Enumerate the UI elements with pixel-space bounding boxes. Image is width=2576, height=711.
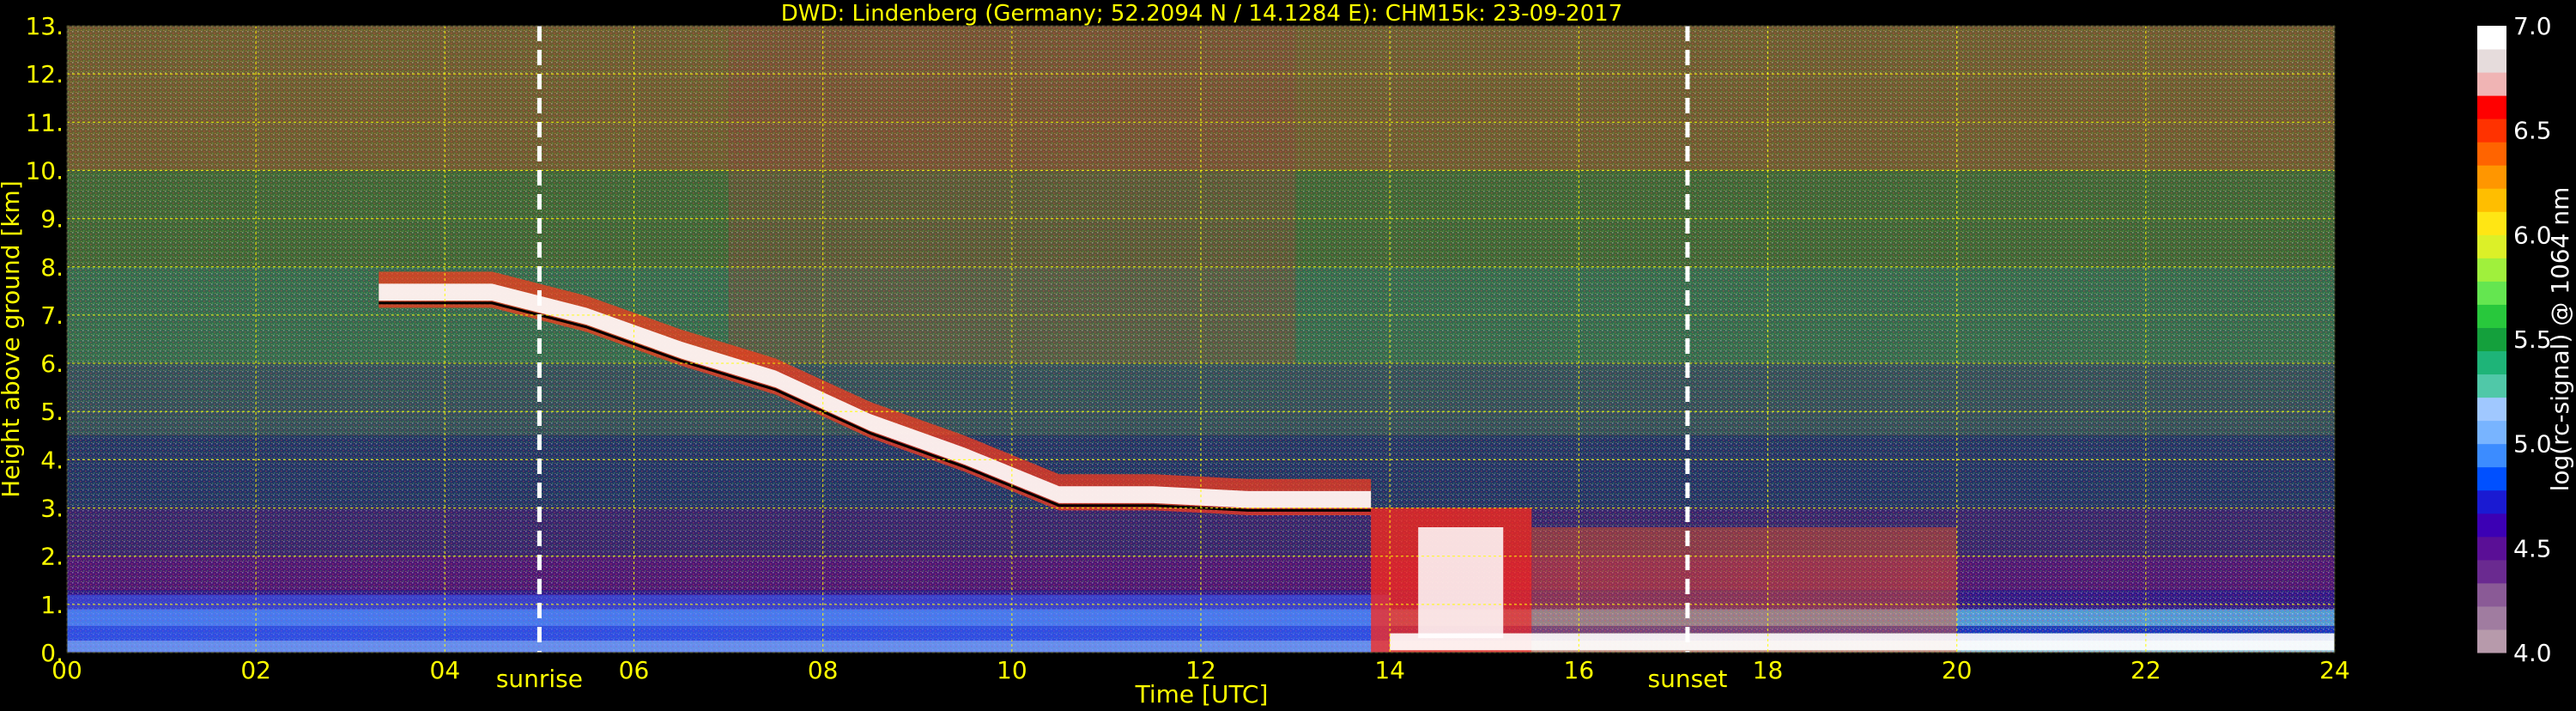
colorbar-segment (2477, 281, 2506, 305)
colorbar-label: log(rc-signal) @ 1064 nm (2546, 187, 2574, 492)
x-tick-label: 16 (1564, 656, 1595, 684)
y-tick-label: 7. (40, 301, 64, 330)
y-axis-label: Height above ground [km] (0, 180, 25, 498)
x-tick-label: 10 (997, 656, 1027, 684)
x-tick-label: 08 (808, 656, 839, 684)
colorbar-segment (2477, 559, 2506, 584)
colorbar-segment (2477, 489, 2506, 514)
colorbar-segment (2477, 211, 2506, 235)
colorbar-segment (2477, 304, 2506, 328)
y-tick-label: 1. (40, 591, 64, 619)
y-tick-label: 4. (40, 446, 64, 474)
colorbar-segment (2477, 536, 2506, 561)
colorbar-segment (2477, 420, 2506, 445)
colorbar-segment (2477, 605, 2506, 630)
x-tick-label: 20 (1942, 656, 1973, 684)
x-tick-label: 18 (1753, 656, 1784, 684)
colorbar-segment (2477, 513, 2506, 538)
y-tick-label: 2. (40, 543, 64, 571)
colorbar-segment (2477, 397, 2506, 422)
colorbar-segment (2477, 142, 2506, 166)
x-axis-label: Time [UTC] (1135, 680, 1269, 708)
chart-title: DWD: Lindenberg (Germany; 52.2094 N / 14… (781, 1, 1622, 27)
colorbar-segment (2477, 95, 2506, 119)
colorbar-segment (2477, 350, 2506, 375)
x-tick-label: 04 (430, 656, 461, 684)
x-tick-label: 14 (1374, 656, 1405, 684)
y-tick-label: 9. (40, 205, 64, 234)
colorbar-segment (2477, 26, 2506, 50)
y-tick-label: 13. (25, 12, 64, 40)
colorbar-segment (2477, 188, 2506, 212)
y-tick-label: 6. (40, 349, 64, 378)
sunrise-label: sunrise (496, 665, 583, 693)
colorbar-tick-label: 6.5 (2513, 117, 2552, 145)
y-tick-label: 3. (40, 495, 64, 523)
boundary-layer-aerosol (67, 594, 1391, 653)
colorbar-segment (2477, 466, 2506, 491)
y-tick-label: 8. (40, 253, 64, 282)
colorbar-segment (2477, 629, 2506, 653)
colorbar-segment (2477, 582, 2506, 607)
colorbar-segment (2477, 374, 2506, 398)
colorbar-tick-label: 4.0 (2513, 639, 2552, 667)
colorbar-tick-label: 7.0 (2513, 12, 2552, 40)
colorbar-tick-label: 4.5 (2513, 534, 2552, 562)
colorbar-segment (2477, 234, 2506, 258)
y-tick-label: 11. (25, 108, 64, 137)
colorbar-segment (2477, 118, 2506, 143)
x-tick-label: 24 (2319, 656, 2350, 684)
precipitation-core (1418, 527, 1504, 639)
y-tick-label: 0. (40, 639, 64, 667)
ceilometer-chart: sunrise sunset 00 02 04 06 08 10 12 14 16 18 20 22 24… (0, 0, 2576, 708)
x-tick-label: 22 (2131, 656, 2161, 684)
colorbar-segment (2477, 72, 2506, 96)
colorbar-segment (2477, 443, 2506, 468)
sunset-label: sunset (1647, 665, 1727, 693)
colorbar (2477, 26, 2506, 653)
y-tick-label: 10. (25, 156, 64, 185)
low-cloud-base (1390, 633, 2335, 651)
colorbar-segment (2477, 327, 2506, 352)
colorbar-segment (2477, 165, 2506, 189)
x-tick-label: 02 (240, 656, 271, 684)
colorbar-segment (2477, 258, 2506, 282)
x-tick-label: 06 (619, 656, 650, 684)
y-tick-label: 5. (40, 398, 64, 426)
chart-canvas: sunrise sunset 00 02 04 06 08 10 12 14 16 18 20 22 24… (0, 1, 2574, 708)
colorbar-segment (2477, 49, 2506, 73)
y-tick-label: 12. (25, 60, 64, 88)
y-axis-ticks: 0. 1. 2. 3. 4. 5. 6. 7. 8. 9. 10. 11. 12. 13. (25, 12, 64, 667)
